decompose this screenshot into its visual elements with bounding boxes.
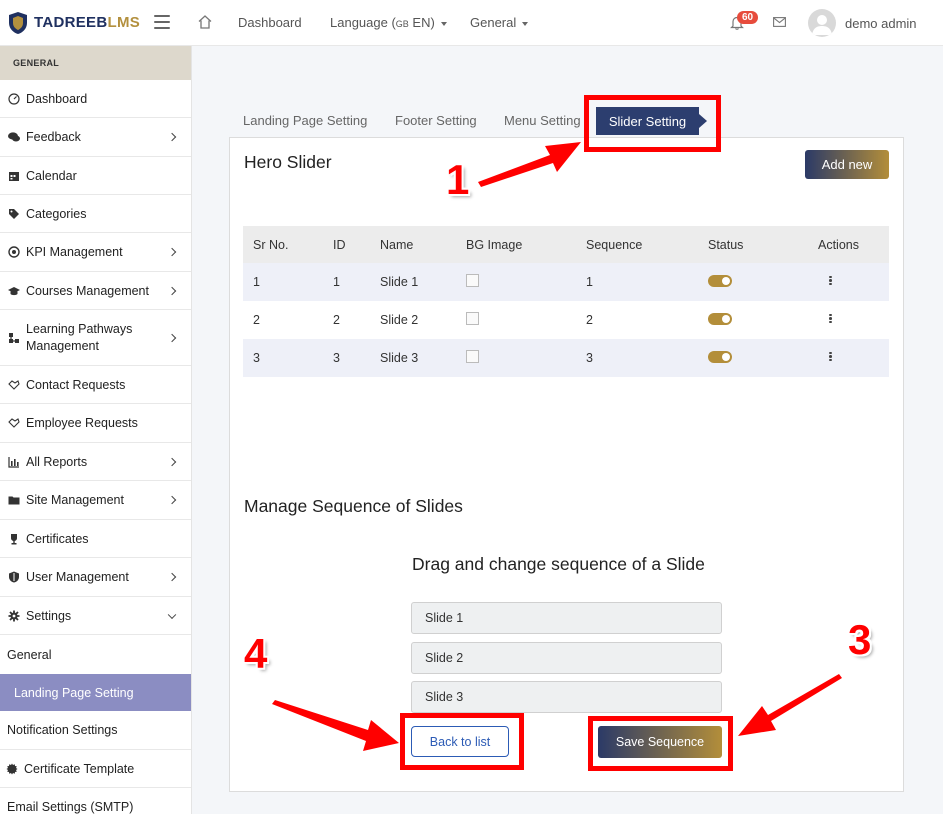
sidebar-sub-general[interactable]: General <box>0 635 191 674</box>
chevron-right-icon <box>167 457 177 466</box>
sortable-slide-item[interactable]: Slide 1 <box>411 602 722 634</box>
sidebar-item-dashboard[interactable]: Dashboard <box>0 80 191 118</box>
chevron-right-icon <box>167 247 177 257</box>
table-row: 2 2 Slide 2 2 <box>243 301 889 339</box>
kebab-menu-icon[interactable] <box>829 275 832 287</box>
highlight-box-slider-tab <box>584 95 721 152</box>
annotation-number-1: 1 <box>446 156 470 203</box>
menu-toggle-icon[interactable] <box>154 15 170 29</box>
sidebar-item-courses[interactable]: Courses Management <box>0 272 191 310</box>
sidebar-item-site-management[interactable]: Site Management <box>0 481 191 520</box>
sidebar-item-contact-requests[interactable]: Contact Requests <box>0 366 191 404</box>
avatar[interactable] <box>808 9 836 37</box>
broken-image-icon <box>466 312 479 325</box>
top-header: TADREEBLMS Dashboard Language (GB EN) Ge… <box>0 0 943 46</box>
status-toggle[interactable] <box>708 350 732 363</box>
status-toggle[interactable] <box>708 312 732 325</box>
target-icon <box>8 246 20 258</box>
sidebar-item-calendar[interactable]: Calendar <box>0 157 191 195</box>
annotation-number-4: 4 <box>244 630 268 677</box>
col-sr-no: Sr No. <box>243 226 323 263</box>
chevron-right-icon <box>167 286 177 295</box>
add-new-button[interactable]: Add new <box>805 150 889 179</box>
sidebar-item-user-management[interactable]: User Management <box>0 558 191 597</box>
sidebar-sub-notification-settings[interactable]: Notification Settings <box>0 711 191 750</box>
tab-footer-setting[interactable]: Footer Setting <box>395 113 477 128</box>
shield-logo-icon <box>9 11 27 34</box>
sortable-slide-item[interactable]: Slide 3 <box>411 681 722 713</box>
broken-image-icon <box>466 274 479 287</box>
gear-icon <box>8 610 20 621</box>
mail-icon[interactable] <box>773 17 786 27</box>
nav-language-dropdown[interactable]: Language (GB EN) <box>330 15 447 30</box>
sidebar-item-employee-requests[interactable]: Employee Requests <box>0 404 191 443</box>
caret-down-icon <box>440 21 447 26</box>
sidebar-sub-email-settings[interactable]: Email Settings (SMTP) <box>0 788 191 814</box>
user-silhouette-icon <box>812 15 832 35</box>
folder-icon <box>8 496 20 505</box>
kebab-menu-icon[interactable] <box>829 351 832 363</box>
nav-dashboard[interactable]: Dashboard <box>238 15 302 30</box>
table-row: 1 1 Slide 1 1 <box>243 263 889 301</box>
sidebar-item-certificates[interactable]: Certificates <box>0 520 191 558</box>
status-toggle[interactable] <box>708 274 732 287</box>
col-id: ID <box>323 226 370 263</box>
certificate-badge-icon <box>6 763 18 774</box>
hero-slider-title: Hero Slider <box>244 152 332 172</box>
graduation-cap-icon <box>8 286 20 295</box>
col-status: Status <box>698 226 808 263</box>
highlight-box-back-button <box>400 713 524 770</box>
highlight-box-save-button <box>588 716 733 771</box>
handshake-icon <box>8 379 20 390</box>
sidebar-item-kpi[interactable]: KPI Management <box>0 233 191 272</box>
handshake-icon <box>8 418 20 428</box>
col-name: Name <box>370 226 456 263</box>
dashboard-icon <box>8 92 20 105</box>
home-icon[interactable] <box>197 14 213 30</box>
chevron-right-icon <box>167 333 177 342</box>
trophy-icon <box>11 533 17 544</box>
nav-general-dropdown[interactable]: General <box>470 15 529 30</box>
user-name[interactable]: demo admin <box>845 16 917 31</box>
chevron-down-icon <box>167 610 177 619</box>
chevron-right-icon <box>167 495 177 505</box>
calendar-icon <box>9 171 19 181</box>
sidebar-item-settings[interactable]: Settings <box>0 597 191 635</box>
sidebar-item-feedback[interactable]: Feedback <box>0 118 191 157</box>
notification-badge: 60 <box>737 11 759 24</box>
table-header-row: Sr No. ID Name BG Image Sequence Status … <box>243 226 889 263</box>
sidebar-item-all-reports[interactable]: All Reports <box>0 443 191 481</box>
brand-name: TADREEBLMS <box>34 14 141 31</box>
kebab-menu-icon[interactable] <box>829 313 832 325</box>
shield-icon <box>9 571 19 583</box>
caret-down-icon <box>522 21 529 26</box>
sidebar-item-learning-pathways[interactable]: Learning Pathways Management <box>0 310 191 366</box>
comments-icon <box>8 132 20 142</box>
sidebar: GENERAL Dashboard Feedback Calendar Cate… <box>0 46 192 814</box>
sidebar-section-title: GENERAL <box>0 46 191 80</box>
sidebar-sub-certificate-template[interactable]: Certificate Template <box>0 750 191 788</box>
annotation-number-3: 3 <box>848 616 872 663</box>
sitemap-icon <box>9 332 19 343</box>
table-row: 3 3 Slide 3 3 <box>243 339 889 377</box>
sidebar-sub-landing-page-setting[interactable]: Landing Page Setting <box>0 674 191 711</box>
col-sequence: Sequence <box>576 226 698 263</box>
sidebar-item-categories[interactable]: Categories <box>0 195 191 233</box>
manage-sequence-title: Manage Sequence of Slides <box>244 496 463 516</box>
tab-landing-page-setting[interactable]: Landing Page Setting <box>243 113 367 128</box>
tags-icon <box>9 208 19 219</box>
chevron-right-icon <box>167 132 177 142</box>
col-actions: Actions <box>808 226 889 263</box>
drag-instructions-title: Drag and change sequence of a Slide <box>412 554 705 574</box>
tab-menu-setting[interactable]: Menu Setting <box>504 113 581 128</box>
slides-table: Sr No. ID Name BG Image Sequence Status … <box>243 226 889 377</box>
bar-chart-icon <box>8 456 19 468</box>
sortable-slide-item[interactable]: Slide 2 <box>411 642 722 674</box>
broken-image-icon <box>466 350 479 363</box>
chevron-right-icon <box>167 572 177 582</box>
col-bg-image: BG Image <box>456 226 576 263</box>
